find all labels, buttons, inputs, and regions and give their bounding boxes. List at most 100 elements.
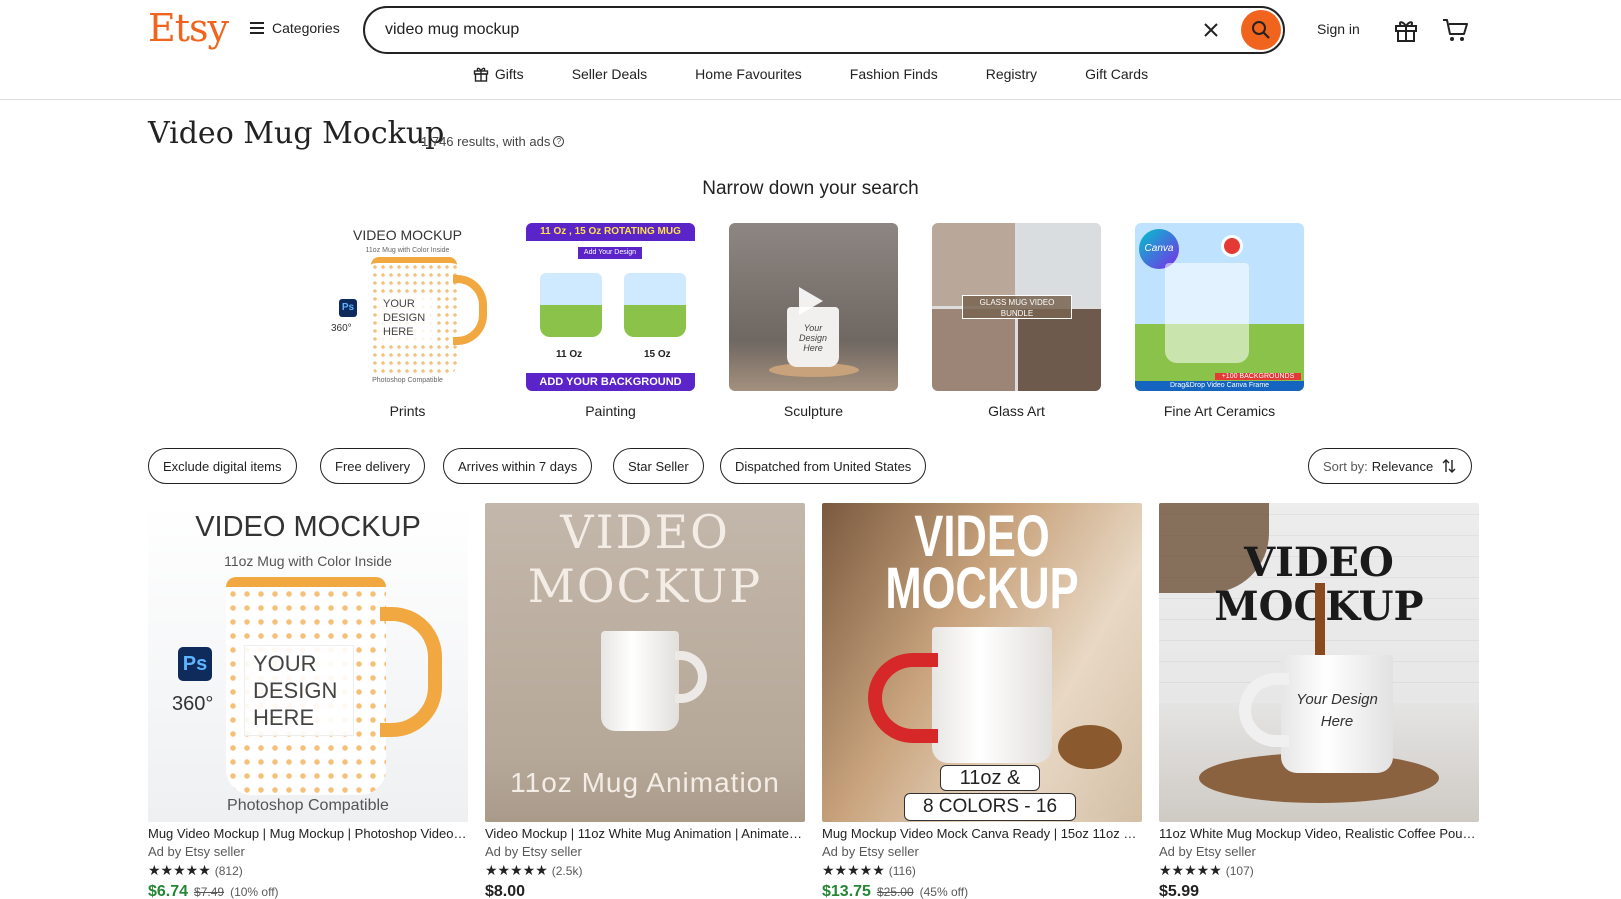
tile-text: 11 Oz <box>556 349 583 360</box>
mug-handle <box>675 651 707 703</box>
listing-card[interactable]: VIDEO MOCKUP 11oz & 15oz 8 COLORS - 16 V… <box>822 503 1142 899</box>
category-image: Your Design Here <box>729 223 898 391</box>
image-text: Your Design Here <box>1296 691 1378 730</box>
category-label: Sculpture <box>783 403 844 419</box>
nav-gifts[interactable]: Gifts <box>473 66 524 82</box>
review-count: (812) <box>214 863 243 878</box>
search-input[interactable] <box>385 21 1165 39</box>
categories-button[interactable]: Categories <box>250 20 340 36</box>
tile-text: 15 Oz <box>644 349 671 360</box>
help-icon[interactable]: ? <box>553 136 565 147</box>
listing-card[interactable]: VIDEO MOCKUP 11oz Mug with Color Inside … <box>148 503 468 899</box>
image-text: VIDEO MOCKUP <box>195 511 421 543</box>
tile-text: Drag&Drop Video Canva Frame <box>1135 381 1304 391</box>
category-label: Prints <box>389 403 426 419</box>
tile-text: Photoshop Compatible <box>372 377 443 384</box>
listing-image[interactable]: VIDEO MOCKUP Your Design Here <box>1159 503 1479 822</box>
play-icon[interactable] <box>1221 235 1243 257</box>
image-cell <box>932 309 1015 391</box>
category-tile-fine-art-ceramics[interactable]: Canva +100 BACKGROUNDS Drag&Drop Video C… <box>1135 223 1304 419</box>
listing-image[interactable]: VIDEO MOCKUP 11oz & 15oz 8 COLORS - 16 V… <box>822 503 1142 822</box>
listing-image[interactable]: VIDEO MOCKUP 11oz Mug Animation <box>485 503 805 822</box>
mug-handle <box>380 607 442 737</box>
nav-home-favourites[interactable]: Home Favourites <box>695 66 802 82</box>
category-tile-glass-art[interactable]: GLASS MUG VIDEO BUNDLE Glass Art <box>932 223 1101 419</box>
filter-label: Exclude digital items <box>163 458 282 474</box>
nav-gift-cards[interactable]: Gift Cards <box>1085 66 1148 82</box>
filter-label: Star Seller <box>628 458 689 474</box>
nav-label: Registry <box>985 66 1038 82</box>
site-header: Etsy Categories Sign in <box>0 0 1621 100</box>
filter-exclude-digital[interactable]: Exclude digital items <box>148 448 297 484</box>
filter-arrives-7-days[interactable]: Arrives within 7 days <box>443 448 593 484</box>
filter-label: Arrives within 7 days <box>458 458 578 474</box>
filter-label: Dispatched from United States <box>735 458 912 474</box>
rotate-360-icon: 360° <box>331 323 352 334</box>
image-text: VIDEO <box>1244 539 1394 586</box>
listing-card[interactable]: VIDEO MOCKUP 11oz Mug Animation Video Mo… <box>485 503 805 899</box>
clear-search-button[interactable] <box>1199 18 1223 42</box>
listing-card[interactable]: VIDEO MOCKUP Your Design Here 11oz White… <box>1159 503 1479 899</box>
rotate-360-icon: 360° <box>172 693 214 715</box>
price-line: $6.74 $7.49 (10% off) <box>148 883 468 899</box>
mug-shape <box>932 627 1052 763</box>
nav-seller-deals[interactable]: Seller Deals <box>572 66 647 82</box>
result-count-text: 1,746 results, with ads <box>421 134 551 149</box>
category-tile-prints[interactable]: VIDEO MOCKUP 11oz Mug with Color Inside … <box>323 223 492 419</box>
image-text: MOCKUP <box>885 556 1079 621</box>
listing-title[interactable]: Video Mockup | 11oz White Mug Animation … <box>485 826 805 841</box>
star-rating-icon: ★★★★★ <box>822 862 885 878</box>
rating: ★★★★★ (116) <box>822 862 1142 879</box>
main-nav: Gifts Seller Deals Home Favourites Fashi… <box>0 66 1621 82</box>
discount: (10% off) <box>230 885 279 899</box>
star-rating-icon: ★★★★★ <box>148 862 211 878</box>
price: $8.00 <box>485 883 526 899</box>
tile-text: +100 BACKGROUNDS <box>1215 373 1301 380</box>
nav-registry[interactable]: Registry <box>986 66 1037 82</box>
filter-star-seller[interactable]: Star Seller <box>613 448 704 484</box>
original-price: $7.49 <box>194 885 225 899</box>
category-image: GLASS MUG VIDEO BUNDLE <box>932 223 1101 391</box>
price: $5.99 <box>1159 883 1200 899</box>
mug-shape <box>540 273 602 337</box>
cart-icon[interactable] <box>1441 17 1469 43</box>
category-label: Painting <box>585 403 636 419</box>
listing-title[interactable]: Mug Mockup Video Mock Canva Ready | 15oz… <box>822 826 1142 841</box>
gift-icon[interactable] <box>1393 17 1419 43</box>
listing-title[interactable]: Mug Video Mockup | Mug Mockup | Photosho… <box>148 826 468 841</box>
category-image: 11 Oz , 15 Oz ROTATING MUG Add Your Desi… <box>526 223 695 391</box>
sort-value: Relevance <box>1371 458 1434 474</box>
play-icon[interactable] <box>799 287 823 315</box>
nav-label: Gift Cards <box>1085 66 1149 82</box>
ad-label: Ad by Etsy seller <box>485 844 582 859</box>
result-count: 1,746 results, with ads ? <box>421 134 565 149</box>
hamburger-icon <box>250 22 264 34</box>
tile-text: 11 Oz , 15 Oz ROTATING MUG <box>526 223 695 241</box>
review-count: (116) <box>888 863 916 878</box>
ad-label: Ad by Etsy seller <box>148 844 245 859</box>
nav-label: Seller Deals <box>571 66 648 82</box>
sort-dropdown[interactable]: Sort by: Relevance <box>1308 448 1473 484</box>
review-count: (107) <box>1225 863 1254 878</box>
listing-title[interactable]: 11oz White Mug Mockup Video, Realistic C… <box>1159 826 1479 841</box>
mug-handle <box>868 653 938 743</box>
listing-image[interactable]: VIDEO MOCKUP 11oz Mug with Color Inside … <box>148 503 468 822</box>
nav-fashion-finds[interactable]: Fashion Finds <box>850 66 938 82</box>
image-text: Photoshop Compatible <box>227 797 389 814</box>
sign-in-link[interactable]: Sign in <box>1317 21 1360 37</box>
filter-dispatched-us[interactable]: Dispatched from United States <box>720 448 927 484</box>
nav-label: Home Favourites <box>695 66 802 82</box>
etsy-logo[interactable]: Etsy <box>148 6 229 50</box>
category-tile-sculpture[interactable]: Your Design Here Sculpture <box>729 223 898 419</box>
tile-text: ADD YOUR BACKGROUND <box>526 373 695 391</box>
tile-text: 11oz Mug with Color Inside <box>365 247 450 254</box>
filter-free-delivery[interactable]: Free delivery <box>320 448 426 484</box>
category-tile-painting[interactable]: 11 Oz , 15 Oz ROTATING MUG Add Your Desi… <box>526 223 695 419</box>
search-button[interactable] <box>1241 10 1281 50</box>
sort-prefix: Sort by: <box>1323 458 1368 474</box>
mug-shape <box>601 631 679 731</box>
tile-text: YOUR DESIGN HERE <box>381 295 437 341</box>
price: $13.75 <box>822 883 871 899</box>
rating: ★★★★★ (812) <box>148 862 468 879</box>
price: $6.74 <box>148 883 189 899</box>
